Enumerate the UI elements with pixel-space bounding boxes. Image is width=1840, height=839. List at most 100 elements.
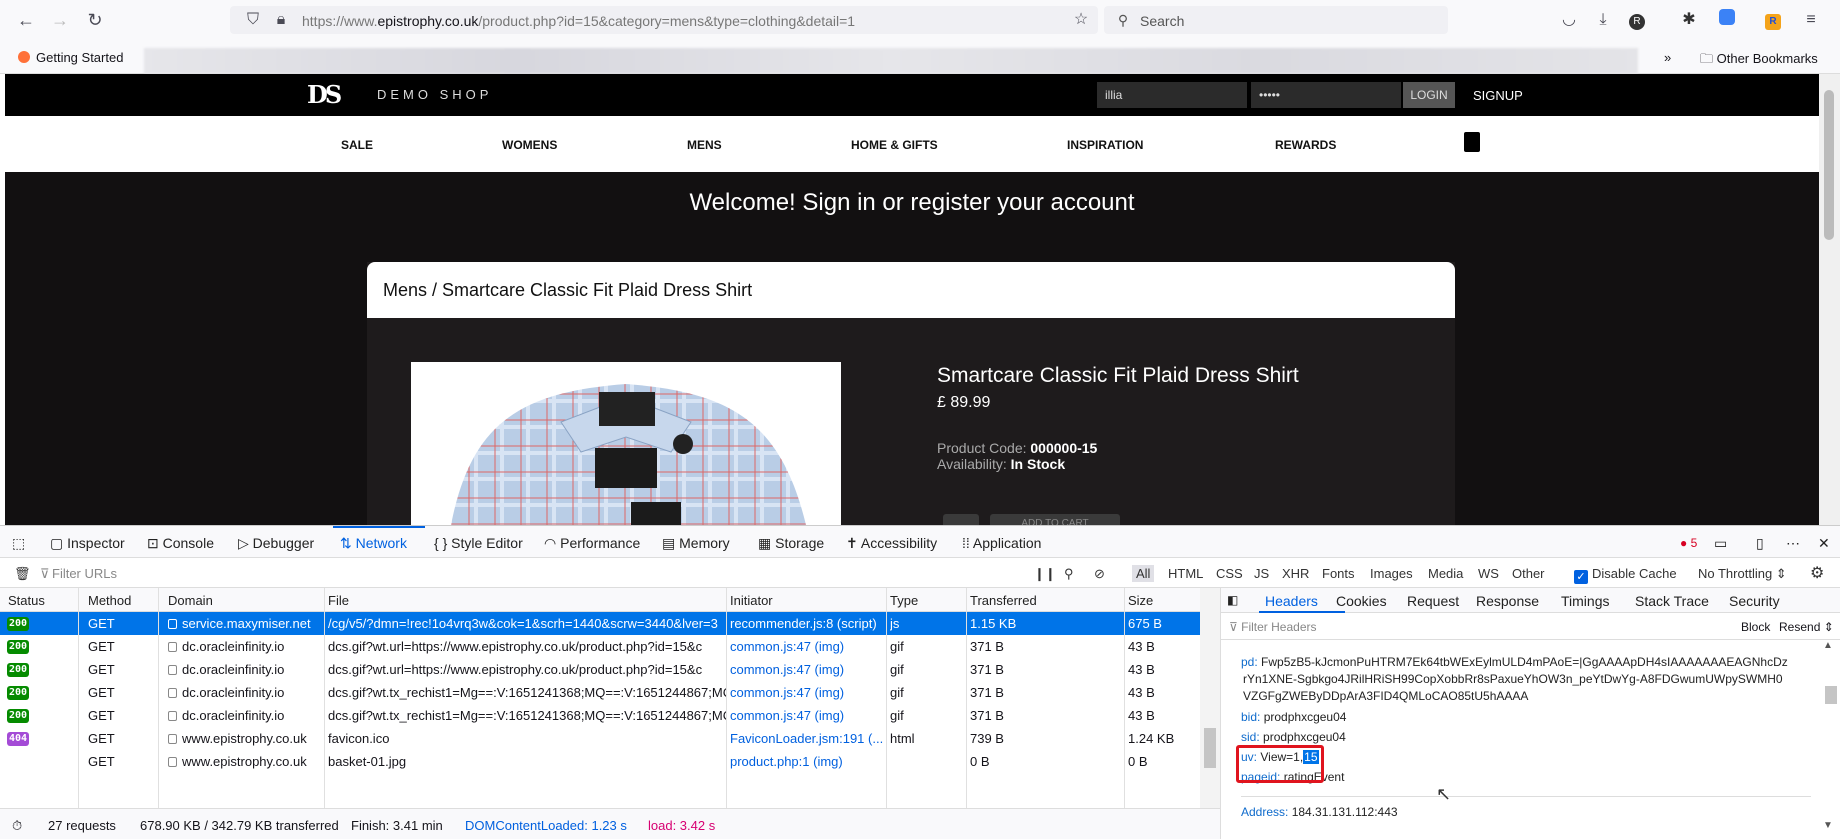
- table-row[interactable]: 200 GET service.maxymiser.net/cg/v5/?dmn=!…: [0, 612, 1220, 635]
- tab-cookies[interactable]: Cookies: [1336, 593, 1387, 609]
- filter-media[interactable]: Media: [1428, 566, 1463, 581]
- tab-debugger[interactable]: ▷ Debugger: [238, 535, 314, 552]
- col-type[interactable]: Type: [890, 593, 918, 608]
- col-transferred[interactable]: Transferred: [970, 593, 1037, 608]
- nav-home-gifts[interactable]: HOME & GIFTS: [851, 138, 938, 152]
- column-divider[interactable]: [158, 588, 159, 808]
- signup-link[interactable]: SIGNUP: [1473, 88, 1523, 103]
- tab-inspector[interactable]: ▢ Inspector: [50, 535, 125, 552]
- tab-security[interactable]: Security: [1729, 593, 1780, 609]
- filter-ws[interactable]: WS: [1478, 566, 1499, 581]
- extension-orange-icon[interactable]: R: [1762, 9, 1784, 31]
- tab-performance[interactable]: ◠ Performance: [544, 535, 640, 552]
- tab-accessibility[interactable]: ✝ Accessibility: [846, 535, 937, 552]
- bookmark-other-bookmarks[interactable]: 🗀︎ Other Bookmarks: [1700, 50, 1818, 72]
- resend-button[interactable]: Resend ⇕: [1779, 620, 1834, 634]
- filter-html[interactable]: HTML: [1168, 566, 1203, 581]
- username-input[interactable]: [1097, 82, 1247, 108]
- site-logo[interactable]: DS: [307, 80, 342, 109]
- tab-timings[interactable]: Timings: [1561, 593, 1610, 609]
- tab-headers[interactable]: Headers: [1265, 593, 1318, 609]
- filter-css[interactable]: CSS: [1216, 566, 1243, 581]
- column-divider[interactable]: [1124, 588, 1125, 808]
- search-requests-icon[interactable]: ⚲: [1064, 566, 1074, 582]
- col-size[interactable]: Size: [1128, 593, 1153, 608]
- page-scrollbar[interactable]: [1819, 74, 1840, 525]
- clear-trash-icon[interactable]: 🗑︎: [14, 566, 31, 582]
- pause-icon[interactable]: ❙❙: [1034, 566, 1056, 582]
- disable-cache-checkbox[interactable]: ✓ Disable Cache: [1574, 566, 1677, 584]
- bookmark-star-icon[interactable]: ☆: [1070, 9, 1092, 31]
- filter-xhr[interactable]: XHR: [1282, 566, 1309, 581]
- table-row[interactable]: 200 GET dc.oracleinfinity.io dcs.gif?wt.tx_…: [0, 704, 1220, 727]
- url-bar[interactable]: ⛉ 🔒︎ https://www.epistrophy.co.uk/produc…: [230, 6, 1098, 34]
- details-scrollbar[interactable]: ▲ ▼: [1823, 640, 1839, 839]
- extension-bug-icon[interactable]: ✱: [1678, 9, 1700, 31]
- table-scrollbar[interactable]: [1200, 588, 1220, 808]
- col-method[interactable]: Method: [88, 593, 131, 608]
- table-scrollbar-thumb[interactable]: [1204, 728, 1216, 768]
- details-scrollbar-thumb[interactable]: [1825, 686, 1837, 704]
- tab-style-editor[interactable]: { } Style Editor: [434, 535, 523, 551]
- pick-element-icon[interactable]: ⬚: [12, 535, 25, 552]
- cell-initiator[interactable]: product.php:1 (img): [730, 754, 886, 769]
- dock-icon[interactable]: ▭: [1714, 535, 1727, 552]
- more-options-icon[interactable]: ⋯: [1786, 535, 1800, 552]
- nav-mens[interactable]: MENS: [687, 138, 722, 152]
- table-row[interactable]: GET www.epistrophy.co.uk basket-01.jpg prod…: [0, 750, 1220, 773]
- filter-js[interactable]: JS: [1254, 566, 1269, 581]
- block-button[interactable]: Block: [1741, 620, 1770, 634]
- search-bar[interactable]: ⚲ Search: [1104, 6, 1448, 34]
- cell-initiator[interactable]: recommender.js:8 (script): [730, 616, 886, 631]
- close-devtools-icon[interactable]: ✕: [1818, 535, 1830, 552]
- lock-icon[interactable]: 🔒︎: [270, 9, 292, 31]
- back-icon[interactable]: ←: [14, 8, 38, 32]
- error-count-badge[interactable]: ● 5: [1680, 536, 1697, 550]
- toggle-panel-icon[interactable]: ◧: [1227, 593, 1238, 607]
- cell-initiator[interactable]: common.js:47 (img): [730, 639, 886, 654]
- filter-all[interactable]: All: [1132, 565, 1155, 582]
- table-row[interactable]: 200 GET dc.oracleinfinity.io dcs.gif?wt.url…: [0, 635, 1220, 658]
- tab-console[interactable]: ⊡ Console: [147, 535, 214, 552]
- tab-network[interactable]: ⇅ Network: [340, 535, 407, 552]
- login-button[interactable]: LOGIN: [1403, 82, 1455, 108]
- col-initiator[interactable]: Initiator: [730, 593, 773, 608]
- menu-icon[interactable]: ≡: [1800, 9, 1822, 31]
- cell-initiator[interactable]: common.js:47 (img): [730, 708, 886, 723]
- quantity-stepper[interactable]: [943, 514, 979, 525]
- block-icon[interactable]: ⊘: [1094, 566, 1105, 582]
- column-divider[interactable]: [886, 588, 887, 808]
- nav-womens[interactable]: WOMENS: [502, 138, 557, 152]
- column-divider[interactable]: [324, 588, 325, 808]
- table-row[interactable]: 404 GET www.epistrophy.co.uk favicon.ico Fav…: [0, 727, 1220, 750]
- column-divider[interactable]: [966, 588, 967, 808]
- table-row[interactable]: 200 GET dc.oracleinfinity.io dcs.gif?wt.tx_…: [0, 681, 1220, 704]
- column-divider[interactable]: [726, 588, 727, 808]
- tab-stack-trace[interactable]: Stack Trace: [1635, 593, 1709, 609]
- bookmarks-overflow-icon[interactable]: »: [1664, 50, 1671, 65]
- cell-initiator[interactable]: FaviconLoader.jsm:191 (...: [730, 731, 886, 746]
- extension-r-icon[interactable]: R: [1626, 9, 1648, 31]
- filter-urls-input[interactable]: Filter URLs: [52, 566, 117, 581]
- extension-blue-icon[interactable]: [1716, 9, 1738, 31]
- tab-request[interactable]: Request: [1407, 593, 1459, 609]
- pocket-icon[interactable]: ◡: [1558, 9, 1580, 31]
- downloads-icon[interactable]: ⤓: [1592, 9, 1614, 31]
- nav-inspiration[interactable]: INSPIRATION: [1067, 138, 1143, 152]
- col-status[interactable]: Status: [8, 593, 45, 608]
- shopping-bag-icon[interactable]: [1464, 132, 1480, 152]
- password-input[interactable]: [1251, 82, 1401, 108]
- throttling-select[interactable]: No Throttling ⇕: [1698, 566, 1787, 582]
- tab-response[interactable]: Response: [1476, 593, 1539, 609]
- col-file[interactable]: File: [328, 593, 349, 608]
- table-row[interactable]: 200 GET dc.oracleinfinity.io dcs.gif?wt.url…: [0, 658, 1220, 681]
- bookmark-getting-started[interactable]: Getting Started: [18, 50, 123, 65]
- scroll-up-icon[interactable]: ▲: [1823, 640, 1833, 651]
- nav-rewards[interactable]: REWARDS: [1275, 138, 1336, 152]
- responsive-icon[interactable]: ▯: [1756, 535, 1764, 552]
- filter-other[interactable]: Other: [1512, 566, 1545, 581]
- shield-icon[interactable]: ⛉: [242, 9, 264, 31]
- scroll-down-icon[interactable]: ▼: [1823, 820, 1833, 831]
- col-domain[interactable]: Domain: [168, 593, 213, 608]
- filter-images[interactable]: Images: [1370, 566, 1413, 581]
